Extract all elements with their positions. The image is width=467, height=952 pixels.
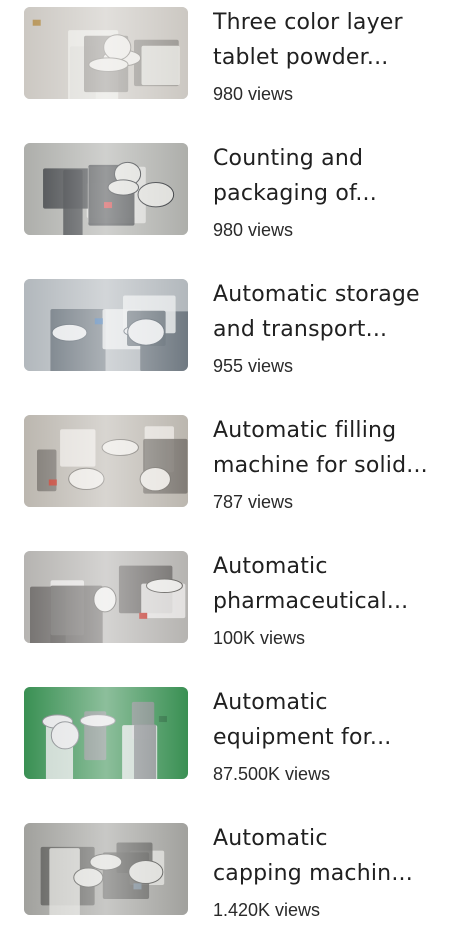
video-item[interactable]: Automatic equipment for... 87.500K views — [0, 680, 467, 816]
pharmaceutical-tanks-photo — [24, 551, 188, 643]
view-count: 787 views — [213, 492, 294, 512]
video-item[interactable]: Counting and packaging of... 980 views — [0, 136, 467, 272]
video-title-line: packaging of... — [213, 181, 377, 206]
video-title-line: and transport... — [213, 317, 388, 342]
video-thumbnail[interactable] — [24, 687, 188, 779]
video-item[interactable]: Automatic storage and transport... 955 v… — [0, 272, 467, 408]
storage-transport-machine-photo — [24, 279, 188, 371]
video-item[interactable]: Automatic capping machin... 1.420K views — [0, 816, 467, 952]
video-title-line: Automatic filling — [213, 418, 397, 443]
video-thumbnail[interactable] — [24, 143, 188, 235]
view-count: 100K views — [213, 628, 306, 648]
video-thumbnail[interactable] — [24, 823, 188, 915]
video-thumbnail[interactable] — [24, 7, 188, 99]
video-title[interactable]: Automatic equipment for... — [213, 685, 453, 755]
video-title-line: equipment for... — [213, 725, 392, 750]
counting-packaging-machine-photo — [24, 143, 188, 235]
video-title-line: pharmaceutical... — [213, 589, 409, 614]
video-title-line: Automatic — [213, 826, 328, 851]
capping-machine-photo — [24, 823, 188, 915]
video-title-line: Automatic — [213, 690, 328, 715]
view-count: 980 views — [213, 220, 294, 240]
video-title-line: tablet powder... — [213, 45, 389, 70]
video-thumbnail[interactable] — [24, 279, 188, 371]
video-thumbnail[interactable] — [24, 551, 188, 643]
video-title-line: Three color layer — [213, 10, 403, 35]
view-count: 980 views — [213, 84, 294, 104]
tablet-press-machine-photo — [24, 7, 188, 99]
video-item[interactable]: Three color layer tablet powder... 980 v… — [0, 0, 467, 136]
video-title[interactable]: Counting and packaging of... — [213, 141, 453, 211]
video-title-line: capping machin... — [213, 861, 413, 886]
video-thumbnail[interactable] — [24, 415, 188, 507]
view-count: 955 views — [213, 356, 294, 376]
video-title-line: Automatic — [213, 554, 328, 579]
coating-equipment-photo — [24, 687, 188, 779]
video-title[interactable]: Three color layer tablet powder... — [213, 5, 453, 75]
filling-machine-photo — [24, 415, 188, 507]
video-title[interactable]: Automatic pharmaceutical... — [213, 549, 453, 619]
video-title[interactable]: Automatic capping machin... — [213, 821, 453, 891]
view-count: 87.500K views — [213, 764, 331, 784]
view-count: 1.420K views — [213, 900, 321, 920]
video-item[interactable]: Automatic filling machine for solid... 7… — [0, 408, 467, 544]
video-title[interactable]: Automatic filling machine for solid... — [213, 413, 453, 483]
video-title[interactable]: Automatic storage and transport... — [213, 277, 453, 347]
video-title-line: Automatic storage — [213, 282, 420, 307]
video-item[interactable]: Automatic pharmaceutical... 100K views — [0, 544, 467, 680]
video-title-line: machine for solid... — [213, 453, 428, 478]
video-title-line: Counting and — [213, 146, 364, 171]
